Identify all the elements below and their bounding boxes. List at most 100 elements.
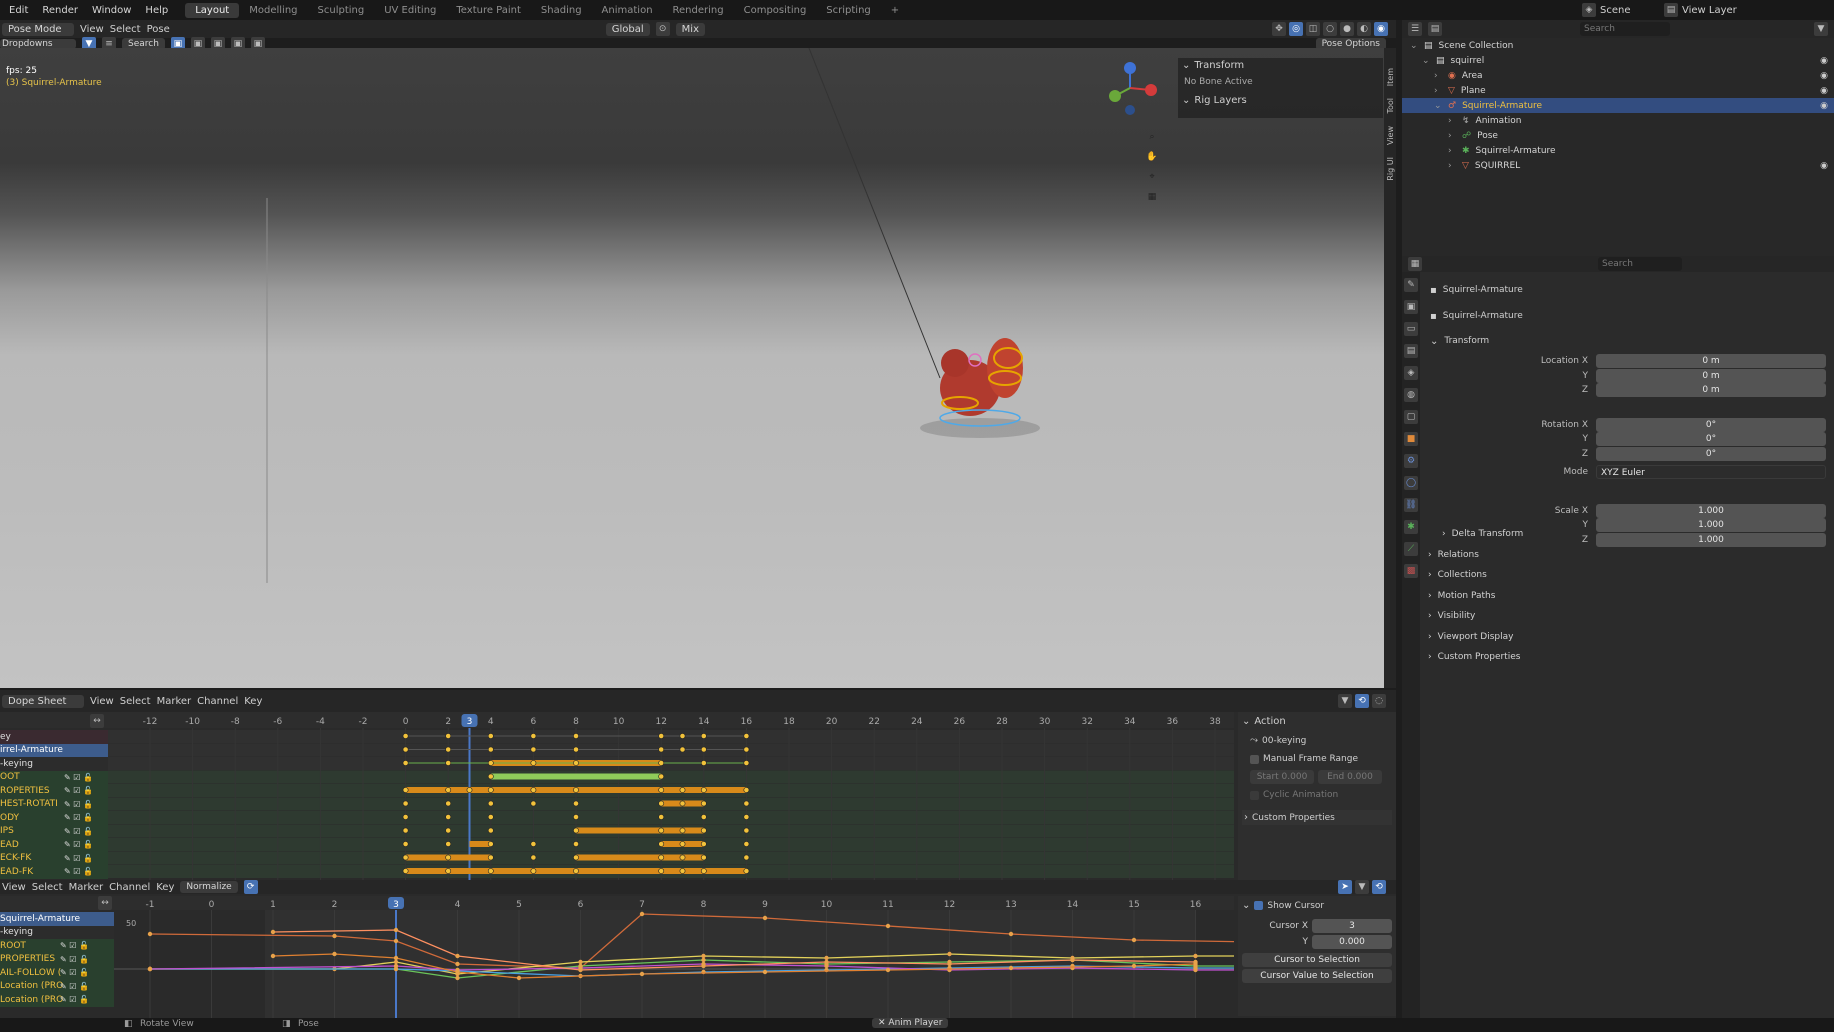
tab-scripting[interactable]: Scripting [816,3,880,18]
tab-texture-paint[interactable]: Texture Paint [446,3,531,18]
properties-section-panel[interactable]: › Relations [1402,545,1834,566]
chevron-right-icon[interactable]: › [1442,529,1446,539]
chevron-right-icon[interactable]: › [1428,652,1432,662]
outliner-search-input[interactable]: Search [1580,22,1670,36]
tab-animation[interactable]: Animation [592,3,663,18]
chevron-down-icon[interactable]: ⌄ [1182,95,1190,106]
delta-transform-section[interactable]: › Delta Transform [1402,524,1834,545]
menu-select[interactable]: Select [110,24,141,35]
dope-channel[interactable]: IPS ✎ ☑ 🔓 [0,824,108,838]
graph-channel[interactable]: AIL-FOLLOW (✎ ☑ 🔓 [0,966,114,980]
tab-layout[interactable]: Layout [185,2,240,18]
outliner-item[interactable]: › ▽ SQUIRREL ◉ [1402,158,1834,173]
visibility-eye-icon[interactable]: ◉ [1820,71,1828,81]
editor-type-dropdown[interactable]: Dope Sheet [2,694,84,708]
3d-viewport[interactable]: fps: 25 (3) Squirrel-Armature ⌕ ✋ ⌖ ▦ ⌄ … [0,48,1384,688]
dope-channel[interactable]: OOT ✎ ☑ 🔓 [0,770,108,784]
tab-tool[interactable]: Tool [1386,98,1395,114]
visibility-eye-icon[interactable]: ◉ [1820,101,1828,111]
chevron-right-icon[interactable]: › [1428,570,1432,580]
tab-modelling[interactable]: Modelling [239,3,307,18]
filter-icon[interactable]: ▼ [1814,22,1828,36]
graph-curves[interactable]: -10123456789101112131415161750 [114,896,1234,1022]
tool-tab-icon[interactable]: ✎ [1404,278,1418,292]
swap-icon[interactable]: ↔ [98,896,112,910]
view-layer-icon[interactable]: ▤ [1664,3,1678,17]
channel-toggle-icons[interactable]: ✎ ☑ 🔓 [60,995,89,1004]
channel-toggle-icons[interactable]: ✎ ☑ 🔓 [64,827,93,836]
rotation-mode-dropdown[interactable]: XYZ Euler [1596,465,1826,480]
frame-end-field[interactable]: End 0.000 [1318,770,1382,784]
proportional-icon[interactable]: ◌ [1372,694,1386,708]
solid-shading-icon[interactable]: ● [1340,22,1354,36]
graph-channel[interactable]: Squirrel-Armature [0,912,114,926]
view-layer-name[interactable]: View Layer [1682,5,1737,16]
anim-player-button[interactable]: ✕ Anim Player [872,1018,949,1028]
dope-menu-channel[interactable]: Channel [197,696,238,707]
properties-section-panel[interactable]: › Collections [1402,565,1834,586]
visibility-eye-icon[interactable]: ◉ [1820,56,1828,66]
chevron-down-icon[interactable]: ⌄ [1422,56,1430,66]
channel-toggle-icons[interactable]: ✎ ☑ 🔓 [64,840,93,849]
tab-uv-editing[interactable]: UV Editing [374,3,446,18]
mix-dropdown[interactable]: Mix [675,22,705,36]
dope-channel[interactable]: irrel-Armature [0,743,108,757]
frame-start-field[interactable]: Start 0.000 [1250,770,1314,784]
outliner-item[interactable]: ⌄ ♂ Squirrel-Armature ◉ [1402,98,1834,113]
tab-rendering[interactable]: Rendering [663,3,734,18]
cursor-to-selection-button[interactable]: Cursor to Selection [1242,953,1392,967]
zoom-icon[interactable]: ⌕ [1145,130,1159,144]
dope-timeline[interactable]: -12 -10 -8 -6 -4 -2 0 2 3 4 6 8 10 12 14 16 18 20 22 24 26 28… [108,712,1234,880]
dope-menu-select[interactable]: Select [120,696,151,707]
xray-icon[interactable]: ◫ [1306,22,1320,36]
dope-channel[interactable]: ey [0,730,108,744]
chevron-right-icon[interactable]: › [1428,591,1432,601]
display-mode-icon[interactable]: ▤ [1428,22,1442,36]
chevron-down-icon[interactable]: › [1434,71,1442,81]
menu-edit[interactable]: Edit [2,5,35,16]
swap-icon[interactable]: ↔ [90,714,104,728]
rotation-field-y[interactable]: 0° [1596,432,1826,447]
graph-menu-view[interactable]: View [2,882,26,893]
graph-channel[interactable]: PROPERTIES ✎ ☑ 🔓 [0,952,114,966]
chevron-down-icon[interactable]: ⌄ [1182,60,1190,71]
channel-toggle-icons[interactable]: ✎ ☑ 🔓 [64,854,93,863]
cyclic-checkbox[interactable] [1250,790,1259,800]
outliner-item[interactable]: › ✱ Squirrel-Armature [1402,143,1834,158]
graph-menu-select[interactable]: Select [32,882,63,893]
properties-editor-icon[interactable]: ▦ [1408,257,1422,271]
chevron-right-icon[interactable]: › [1244,812,1248,823]
dope-menu-view[interactable]: View [90,696,114,707]
manual-range-checkbox[interactable] [1250,754,1259,764]
dope-channel[interactable]: ECK-FK ✎ ☑ 🔓 [0,851,108,865]
menu-help[interactable]: Help [138,5,175,16]
properties-section-panel[interactable]: › Motion Paths [1402,586,1834,607]
rotation-field-z[interactable]: 0° [1596,446,1826,461]
transform-header[interactable]: Transform [1194,60,1244,71]
rendered-shading-icon[interactable]: ◉ [1374,22,1388,36]
output-tab-icon[interactable]: ▭ [1404,322,1418,336]
dope-channel[interactable]: EAD-FK ✎ ☑ 🔓 [0,865,108,879]
chevron-right-icon[interactable]: › [1448,161,1456,171]
location-field-z[interactable]: 0 m [1596,383,1826,398]
scene-icon[interactable]: ◈ [1582,3,1596,17]
outliner-item[interactable]: › ▽ Plane ◉ [1402,83,1834,98]
scene-name[interactable]: Scene [1600,5,1660,16]
menu-window[interactable]: Window [85,5,138,16]
channel-toggle-icons[interactable]: ✎ ☑ 🔓 [64,800,93,809]
dope-sheet-editor[interactable]: Dope Sheet View Select Marker Channel Ke… [0,690,1396,880]
snap-icon[interactable]: ⟲ [1355,694,1369,708]
tab-compositing[interactable]: Compositing [734,3,817,18]
object-name-field[interactable]: Squirrel-Armature [1443,311,1523,321]
transform-section[interactable]: Transform [1444,336,1489,346]
render-tab-icon[interactable]: ▣ [1404,300,1418,314]
channel-toggle-icons[interactable]: ✎ ☑ 🔓 [60,968,89,977]
custom-properties-header[interactable]: Custom Properties [1252,813,1335,823]
action-header[interactable]: Action [1254,716,1285,727]
chevron-down-icon[interactable]: ⌄ [1242,716,1250,727]
cursor-value-to-selection-button[interactable]: Cursor Value to Selection [1242,969,1392,983]
gizmo-icon[interactable]: ✥ [1272,22,1286,36]
normalize-toggle[interactable]: Normalize [180,881,238,893]
outliner-item[interactable]: ⌄ ▤ Scene Collection [1402,38,1834,53]
chevron-right-icon[interactable]: › [1428,550,1432,560]
